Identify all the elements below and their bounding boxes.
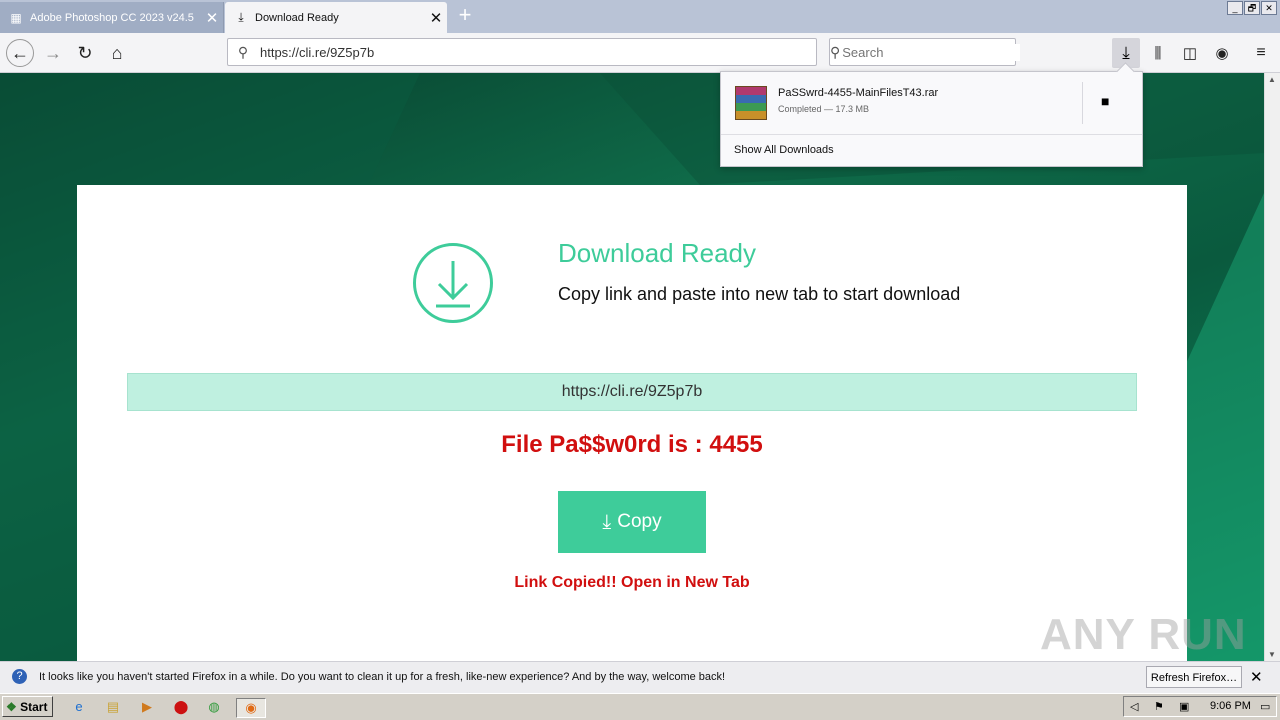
chrome-icon[interactable]: ◍ [205,698,223,716]
tab-title: Adobe Photoshop CC 2023 v24.5 [30,11,194,24]
restore-button[interactable]: 🗗 [1244,1,1260,15]
watermark: ANY RUN [1040,610,1247,659]
show-all-downloads-link[interactable]: Show All Downloads [721,134,1142,166]
search-input[interactable] [840,43,1021,61]
flag-icon[interactable]: ⚑ [1154,700,1164,713]
system-tray: ◁ ⚑ ▣ 9:06 PM ▭ [1123,696,1277,717]
search-icon: ⚲ [830,43,841,60]
downloads-panel: PaSSwrd-4455-MainFilesT43.rar Completed … [720,62,1143,167]
scroll-down-icon[interactable]: ▼ [1268,650,1276,659]
link-box[interactable]: https://cli.re/9Z5p7b [127,373,1137,411]
download-circle-icon [413,243,493,323]
folder-icon[interactable]: ■ [1101,93,1109,109]
scroll-up-icon[interactable]: ▲ [1268,75,1276,84]
clock: 9:06 PM [1210,700,1251,712]
copy-button[interactable]: ⤓ Copy [558,491,706,553]
rar-archive-icon [735,86,767,120]
windows-flag-icon: ❖ [6,700,17,714]
scrollbar[interactable]: ▲ ▼ [1264,73,1280,661]
home-icon: ⌂ [111,42,123,63]
divider [1082,82,1083,124]
hamburger-icon: ≡ [1256,44,1266,61]
download-file-name: PaSSwrd-4455-MainFilesT43.rar [778,87,939,99]
page-subtitle: Copy link and paste into new tab to star… [558,284,961,304]
search-icon: ⚲ [237,43,249,60]
info-icon: ? [12,669,27,684]
download-status: Completed — 17.3 MB [778,104,870,114]
media-player-icon[interactable]: ▶ [138,698,156,716]
tab-download-ready[interactable]: ⤓ Download Ready ✕ [225,2,447,33]
opera-icon[interactable]: ⬤ [172,698,190,716]
close-window-button[interactable]: ✕ [1261,1,1277,15]
notification-bar: ? It looks like you haven't started Fire… [0,661,1280,693]
back-arrow-icon: ← [6,39,34,67]
minimize-button[interactable]: _ [1227,1,1243,15]
back-button[interactable]: ← [6,39,34,67]
volume-icon[interactable]: ◁ [1130,700,1138,713]
firefox-icon[interactable]: ◉ [236,698,266,718]
start-label: Start [20,700,48,714]
close-tab-icon[interactable]: ✕ [425,9,447,27]
notification-message: It looks like you haven't started Firefo… [39,671,726,683]
tab-photoshop[interactable]: ▦ Adobe Photoshop CC 2023 v24.5 ✕ [0,2,224,33]
sidebar-icon: ◫ [1182,45,1198,62]
close-tab-icon[interactable]: ✕ [201,9,223,27]
home-button[interactable]: ⌂ [103,39,131,67]
network-icon[interactable]: ▣ [1179,700,1189,713]
explorer-folder-icon[interactable]: ▤ [104,698,122,716]
ie-icon[interactable]: e [70,698,88,716]
reload-icon: ↻ [77,42,93,63]
reload-button[interactable]: ↻ [71,39,99,67]
search-bar[interactable]: ⚲ [829,38,1021,66]
forward-button[interactable]: → [39,39,67,67]
copied-message: Link Copied!! Open in New Tab [514,574,750,591]
copy-label: Copy [617,511,662,532]
taskbar: ❖ Start e ▤ ▶ ⬤ ◍ ◉ ◁ ⚑ ▣ 9:06 PM ▭ [0,693,1280,720]
close-icon[interactable]: ✕ [1250,668,1263,686]
download-arrow-icon: ⤓ [1122,43,1130,62]
library-button[interactable]: ⫼ [1144,39,1172,67]
new-tab-button[interactable]: + [452,4,478,28]
download-arrow-icon: ⤓ [602,510,612,533]
tab-title: Download Ready [255,11,339,24]
page-title: Download Ready [558,238,757,268]
forward-arrow-icon: → [44,42,62,63]
window-controls: _ 🗗 ✕ [1227,1,1277,15]
start-button[interactable]: ❖ Start [2,696,53,717]
tab-bar: ▦ Adobe Photoshop CC 2023 v24.5 ✕ ⤓ Down… [0,0,1280,33]
show-desktop-icon[interactable]: ▭ [1260,700,1270,713]
navigation-bar: ← → ↻ ⌂ ⚲ ⚲ ⤓ ⫼ ◫ ◉ ≡ [0,33,1280,73]
url-input[interactable] [258,43,816,61]
sidebar-button[interactable]: ◫ [1176,39,1204,67]
account-button[interactable]: ◉ [1208,39,1236,67]
library-icon: ⫼ [1154,44,1162,62]
download-icon: ⤓ [238,10,244,24]
download-item[interactable]: PaSSwrd-4455-MainFilesT43.rar Completed … [721,72,1142,134]
account-icon: ◉ [1215,45,1229,62]
password-text: File Pa$$w0rd is : 4455 [501,431,763,458]
refresh-firefox-button[interactable]: Refresh Firefox… [1146,666,1242,688]
page-icon: ▦ [10,10,22,25]
url-bar[interactable]: ⚲ [227,38,817,66]
menu-button[interactable]: ≡ [1247,39,1275,67]
